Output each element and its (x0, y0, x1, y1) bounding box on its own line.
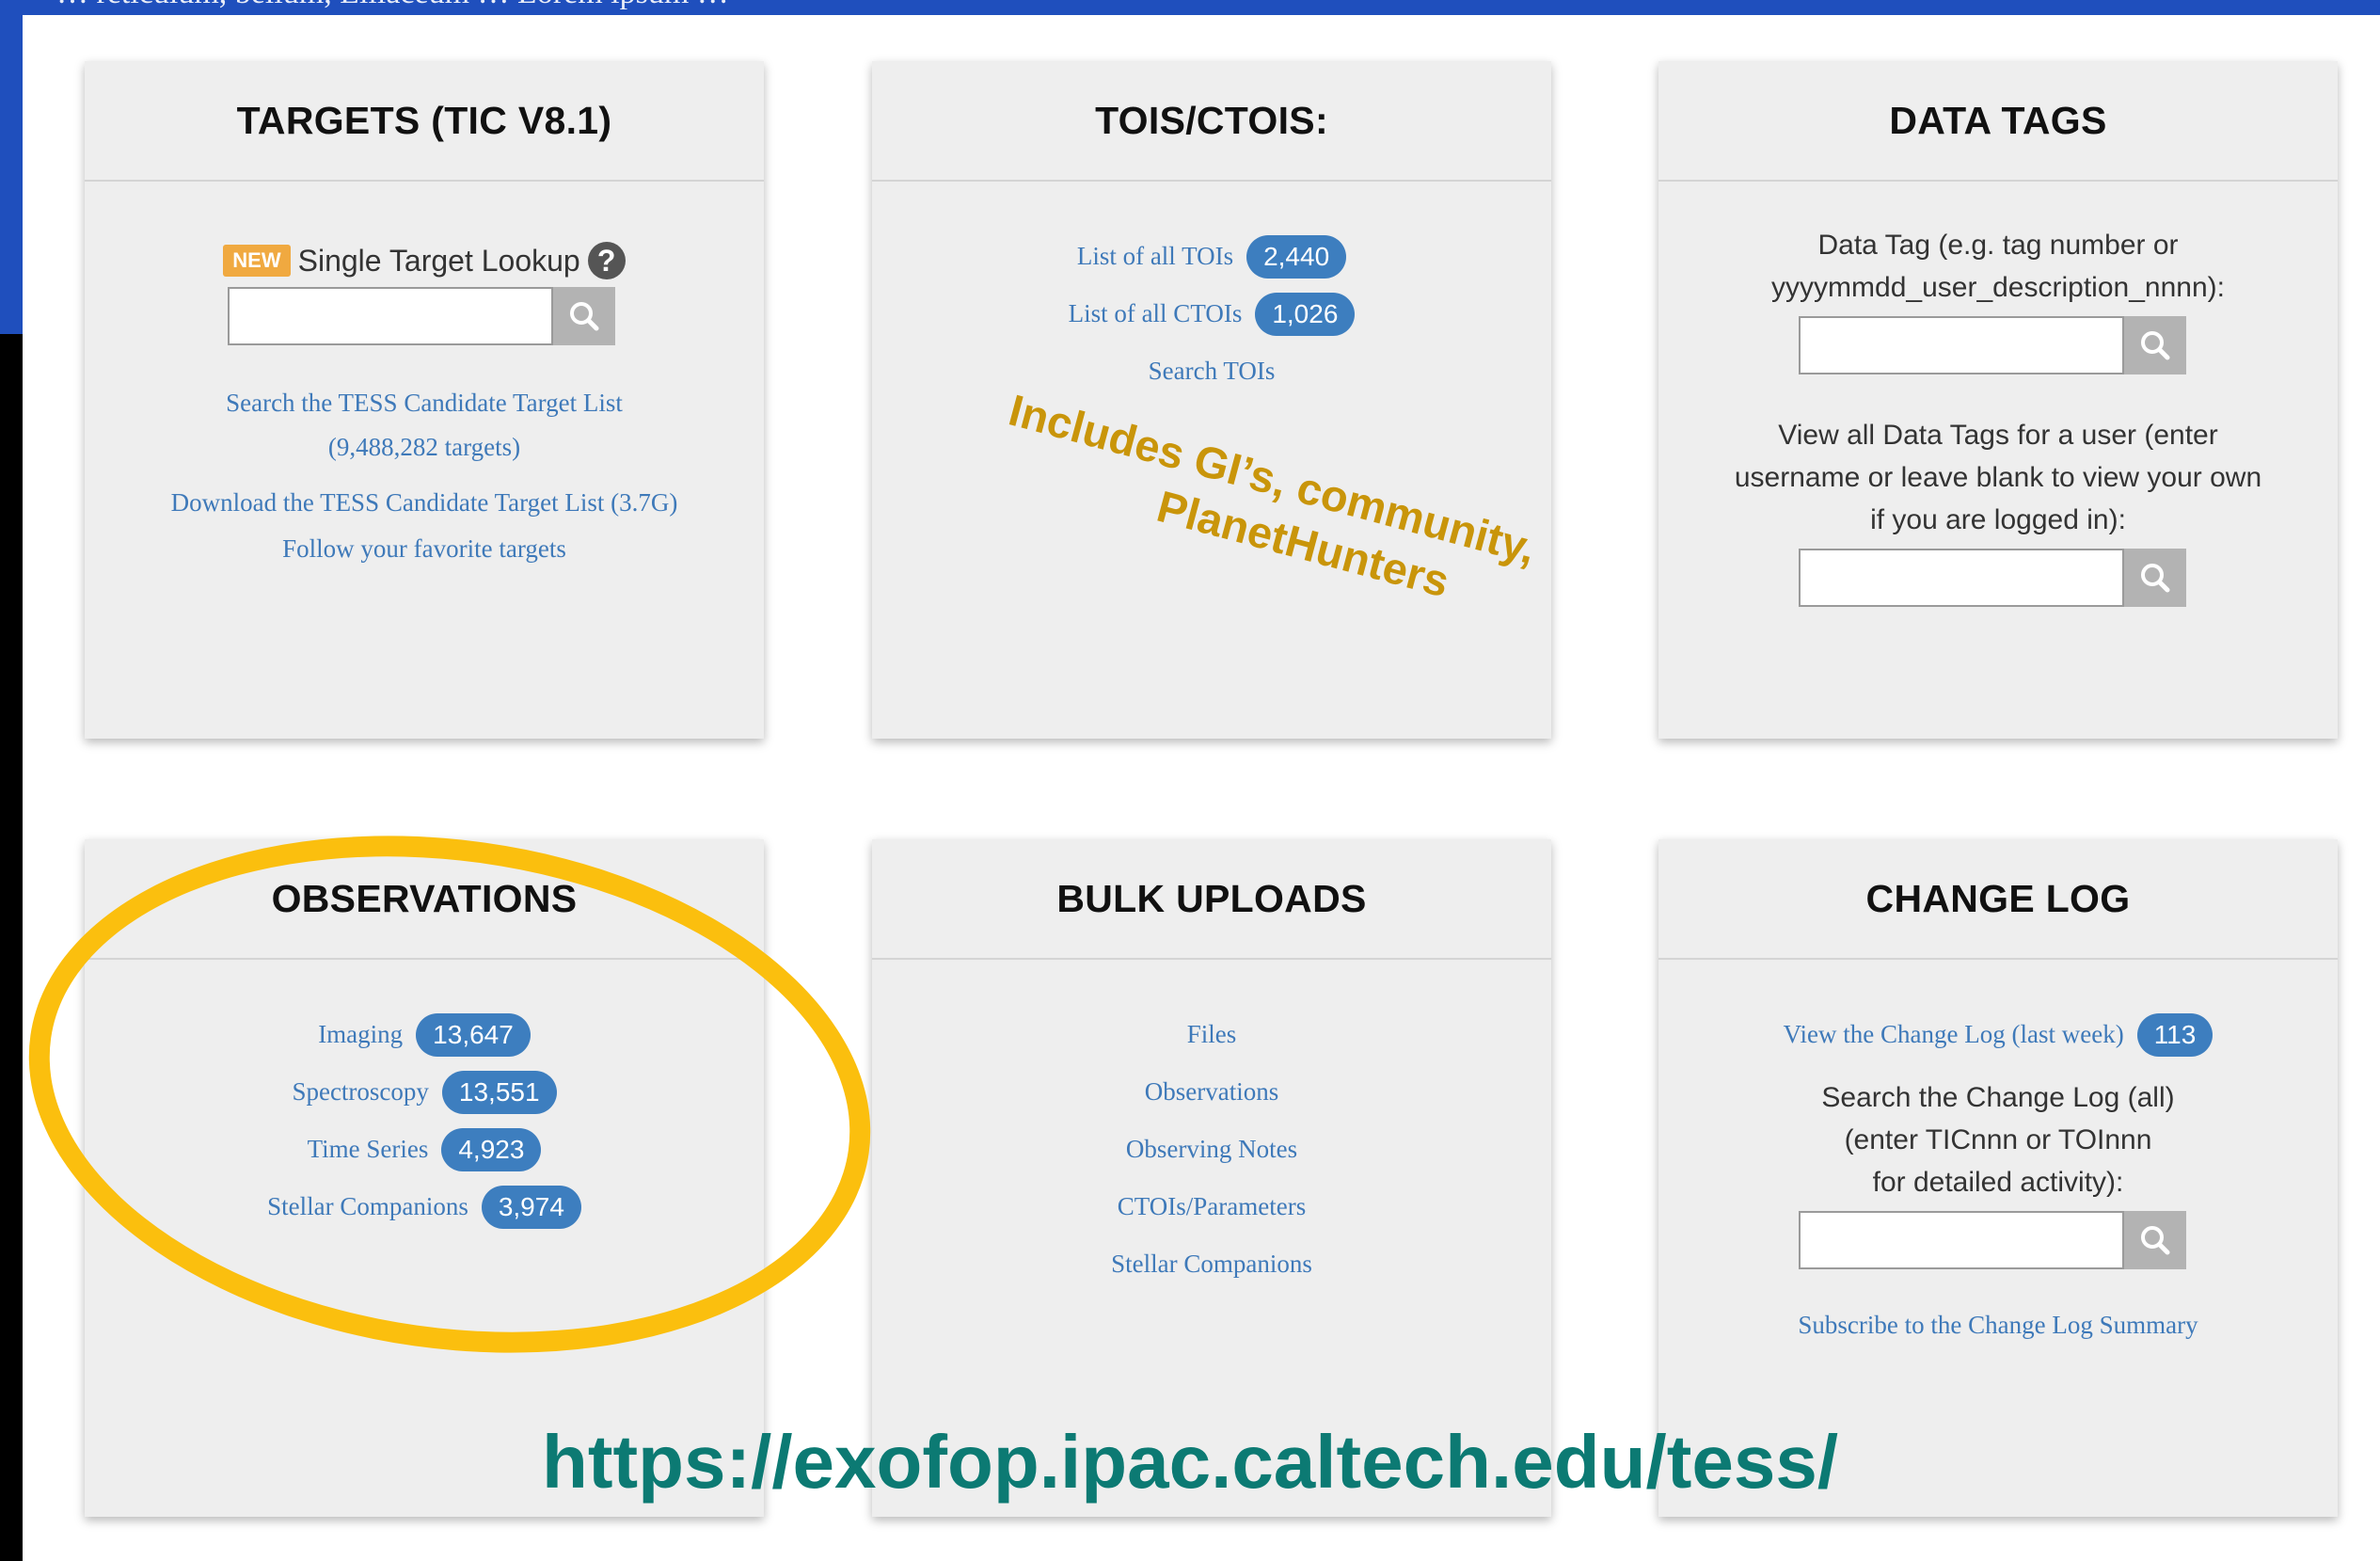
change-log-search-group (1647, 1211, 2338, 1269)
search-ctl-block: Search the TESS Candidate Target List (9… (85, 383, 764, 471)
tois-panel-header: TOIS/CTOIS: (872, 61, 1551, 182)
observation-spectroscopy-row: Spectroscopy 13,551 (85, 1063, 764, 1121)
change-log-count-badge: 113 (2136, 1012, 2213, 1057)
data-tags-panel-body: Data Tag (e.g. tag number or yyyymmdd_us… (1658, 182, 2338, 607)
change-log-panel-body: View the Change Log (last week) 113 Sear… (1658, 960, 2338, 1340)
change-log-input[interactable] (1799, 1211, 2124, 1269)
search-icon (2141, 331, 2170, 360)
change-log-search-line2: (enter TICnnn or TOInnn (1844, 1124, 2152, 1155)
change-log-title: CHANGE LOG (1865, 876, 2131, 920)
change-log-search-line3: for detailed activity): (1872, 1167, 2124, 1198)
search-icon (2141, 564, 2170, 593)
user-tags-search-group (1647, 549, 2338, 607)
user-tags-prompt-line1: View all Data Tags for a user (enter (1778, 420, 2218, 451)
search-ctl-count[interactable]: (9,488,282 targets) (328, 433, 520, 461)
targets-panel-header: TARGETS (TIC V8.1) (85, 61, 764, 182)
subscribe-change-log-link[interactable]: Subscribe to the Change Log Summary (1798, 1311, 2198, 1339)
user-tags-prompt-line3: if you are logged in): (1870, 504, 2126, 535)
targets-panel-body: NEW Single Target Lookup ? Search the TE… (85, 234, 764, 564)
data-tag-prompt-line2: yyyymmdd_user_description_nnnn): (1771, 272, 2225, 303)
toi-list-link[interactable]: List of all TOIs (1077, 242, 1233, 271)
single-target-input[interactable] (228, 287, 553, 345)
bulk-uploads-panel-body: Files Observations Observing Notes CTOIs… (872, 960, 1551, 1293)
tois-title: TOIS/CTOIS: (1095, 98, 1328, 142)
observations-panel-body: Imaging 13,647 Spectroscopy 13,551 Time … (85, 960, 764, 1235)
data-tag-input[interactable] (1799, 316, 2124, 374)
new-badge: NEW (223, 245, 291, 277)
download-ctl-link[interactable]: Download the TESS Candidate Target List … (171, 488, 678, 517)
view-change-log-link[interactable]: View the Change Log (last week) (1784, 1020, 2124, 1049)
data-tags-title: DATA TAGS (1889, 98, 2107, 142)
search-icon (570, 302, 599, 331)
toi-count-badge: 2,440 (1246, 234, 1347, 279)
single-target-search-button[interactable] (553, 287, 615, 345)
single-target-search-group (79, 287, 764, 345)
targets-panel: TARGETS (TIC V8.1) NEW Single Target Loo… (85, 61, 764, 739)
toi-list-row: List of all TOIs 2,440 (872, 228, 1551, 285)
bulk-uploads-panel: BULK UPLOADS Files Observations Observin… (872, 839, 1551, 1517)
spectroscopy-link[interactable]: Spectroscopy (292, 1077, 428, 1107)
data-tags-panel: DATA TAGS Data Tag (e.g. tag number or y… (1658, 61, 2338, 739)
left-blue-accent (0, 0, 23, 334)
data-tag-prompt-line1: Data Tag (e.g. tag number or (1817, 230, 2179, 261)
time-series-count-badge: 4,923 (441, 1127, 542, 1171)
data-tag-search-group (1647, 316, 2338, 374)
bulk-ctois-parameters-link[interactable]: CTOIs/Parameters (1118, 1192, 1306, 1221)
stellar-companions-count-badge: 3,974 (481, 1185, 581, 1229)
observation-imaging-row: Imaging 13,647 (85, 1006, 764, 1063)
change-log-view-row: View the Change Log (last week) 113 (1658, 1006, 2338, 1063)
search-tois-link[interactable]: Search TOIs (1149, 357, 1276, 386)
change-log-panel: CHANGE LOG View the Change Log (last wee… (1658, 839, 2338, 1517)
observations-title: OBSERVATIONS (271, 876, 578, 920)
url-caption: https://exofop.ipac.caltech.edu/tess/ (541, 1420, 1839, 1504)
help-icon[interactable]: ? (587, 242, 626, 279)
ctoi-list-row: List of all CTOIs 1,026 (872, 285, 1551, 342)
ctoi-count-badge: 1,026 (1255, 292, 1356, 336)
bulk-uploads-panel-header: BULK UPLOADS (872, 839, 1551, 960)
top-banner: … reticulum, bellum, Liliaceum … Lorem i… (0, 0, 2380, 15)
bulk-uploads-title: BULK UPLOADS (1056, 876, 1367, 920)
top-banner-text: … reticulum, bellum, Liliaceum … Lorem i… (56, 0, 729, 11)
bulk-stellar-companions-link[interactable]: Stellar Companions (1111, 1250, 1312, 1279)
observations-panel-header: OBSERVATIONS (85, 839, 764, 960)
user-tags-prompt-line2: username or leave blank to view your own (1734, 462, 2262, 493)
bulk-observing-notes-link[interactable]: Observing Notes (1126, 1135, 1297, 1164)
user-tags-input[interactable] (1799, 549, 2124, 607)
bulk-files-link[interactable]: Files (1187, 1020, 1237, 1049)
change-log-search-line1: Search the Change Log (all) (1821, 1082, 2175, 1113)
spectroscopy-count-badge: 13,551 (441, 1070, 557, 1114)
follow-targets-link[interactable]: Follow your favorite targets (282, 534, 566, 563)
observations-panel: OBSERVATIONS Imaging 13,647 Spectroscopy… (85, 839, 764, 1517)
stellar-companions-link[interactable]: Stellar Companions (267, 1192, 468, 1221)
change-log-panel-header: CHANGE LOG (1658, 839, 2338, 960)
bulk-observations-link[interactable]: Observations (1145, 1077, 1278, 1107)
ctoi-list-link[interactable]: List of all CTOIs (1069, 299, 1243, 328)
observation-time-series-row: Time Series 4,923 (85, 1121, 764, 1178)
imaging-link[interactable]: Imaging (318, 1020, 403, 1049)
single-target-lookup-label-row: NEW Single Target Lookup ? (85, 234, 764, 287)
imaging-count-badge: 13,647 (416, 1012, 531, 1057)
tois-panel-body: List of all TOIs 2,440 List of all CTOIs… (872, 182, 1551, 400)
search-ctl-link[interactable]: Search the TESS Candidate Target List (226, 389, 623, 417)
search-icon (2141, 1226, 2170, 1255)
single-target-lookup-label: Single Target Lookup (297, 243, 580, 278)
data-tag-search-button[interactable] (2124, 316, 2186, 374)
targets-title: TARGETS (TIC V8.1) (236, 98, 612, 142)
data-tags-panel-header: DATA TAGS (1658, 61, 2338, 182)
change-log-search-button[interactable] (2124, 1211, 2186, 1269)
time-series-link[interactable]: Time Series (308, 1135, 429, 1164)
observation-stellar-companions-row: Stellar Companions 3,974 (85, 1178, 764, 1235)
user-tags-search-button[interactable] (2124, 549, 2186, 607)
